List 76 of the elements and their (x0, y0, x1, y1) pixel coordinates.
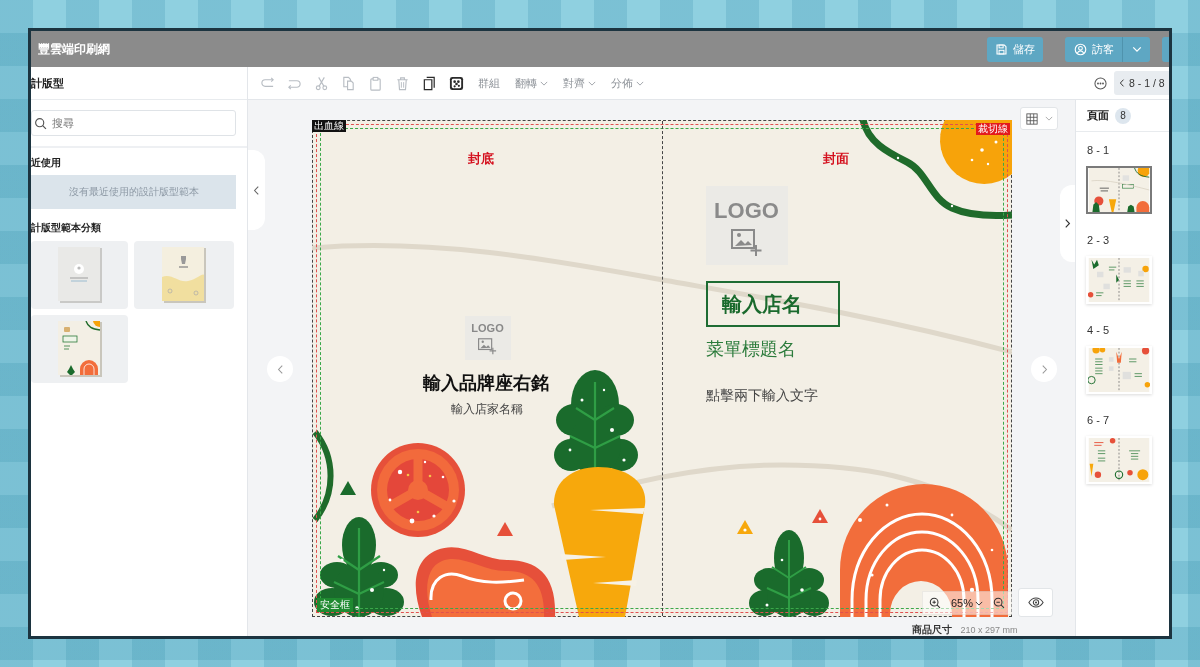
product-size-value: 210 x 297 mm (960, 625, 1018, 635)
page-thumbnail[interactable] (1086, 166, 1152, 214)
template-card[interactable] (134, 241, 234, 309)
search-field[interactable]: 搜尋 (31, 110, 236, 136)
triangle-icon (339, 481, 356, 495)
header-button[interactable] (1162, 36, 1169, 62)
triangle-icon (811, 509, 828, 523)
page-thumbnail[interactable] (1086, 256, 1152, 304)
page-label: 6 - 7 (1086, 413, 1109, 428)
page-thumbnail[interactable] (1086, 346, 1152, 394)
cover-heading: 封面 (821, 151, 850, 167)
template-preview-drawing (162, 247, 206, 303)
chevron-left-icon (276, 363, 284, 375)
product-size-label: 商品尺寸 (912, 624, 952, 635)
panel-title: 計版型 (31, 75, 64, 91)
page-label: 2 - 3 (1086, 233, 1109, 248)
collapse-panel-handle[interactable] (248, 150, 265, 230)
empty-state-message: 沒有最近使用的設計版型範本 (31, 175, 236, 209)
logo-text: LOGO (714, 199, 779, 223)
logo-text: LOGO (471, 322, 504, 335)
zoom-out-icon[interactable] (993, 597, 1005, 609)
panel-title: 頁面 (1087, 108, 1109, 123)
body-text[interactable]: 點擊兩下輸入文字 (705, 385, 818, 405)
page-thumbnail[interactable] (1086, 436, 1152, 484)
caret-icon (636, 80, 644, 86)
page-label: 4 - 5 (1086, 323, 1109, 338)
store-name-text[interactable]: 輸入店家名稱 (446, 401, 527, 417)
previous-page-button[interactable] (267, 356, 293, 382)
template-card[interactable] (31, 315, 128, 383)
cover-heading: 封底 (466, 151, 495, 167)
image-add-icon (730, 229, 763, 257)
trim-tag: 裁切線 (975, 123, 1010, 135)
shop-name-text[interactable]: 輸入店名 (705, 281, 840, 327)
triangle-icon (496, 522, 513, 536)
preview-button[interactable] (1018, 588, 1053, 617)
expand-panel-handle[interactable] (1060, 185, 1075, 262)
chevron-left-icon (253, 184, 260, 196)
logo-placeholder[interactable]: LOGO (705, 186, 788, 265)
user-button[interactable]: 訪客 (1065, 36, 1122, 62)
caret-icon (540, 80, 548, 86)
more-icon[interactable] (1094, 76, 1107, 90)
logo-placeholder[interactable]: LOGO (464, 316, 511, 360)
save-button[interactable]: 儲存 (987, 36, 1043, 62)
section-heading: 近使用 (31, 156, 62, 170)
chevron-left-icon[interactable] (1119, 78, 1125, 88)
chevron-right-icon (1064, 218, 1071, 229)
triangle-icon (736, 520, 753, 534)
grid-dropdown[interactable] (1020, 107, 1058, 130)
eye-icon (1027, 597, 1044, 608)
zoom-in-icon[interactable] (929, 597, 941, 609)
page-count-badge: 8 (1115, 107, 1131, 124)
motto-text[interactable]: 輸入品牌座右銘 (421, 372, 550, 394)
image-add-icon (478, 338, 497, 355)
template-preview-drawing (57, 247, 102, 303)
safe-tag: 安全框 (316, 598, 353, 612)
caret-icon (588, 80, 596, 86)
caret-icon (975, 600, 983, 606)
site-title: 豐雲端印刷網 (37, 41, 111, 57)
template-preview-drawing (57, 321, 102, 377)
page-label: 8 - 1 (1086, 143, 1109, 158)
next-page-button[interactable] (1031, 356, 1057, 382)
template-card[interactable] (31, 241, 128, 309)
caret-icon (1044, 116, 1053, 121)
zoom-level-dropdown[interactable]: 65% (951, 597, 983, 609)
dropdown-button[interactable] (1122, 36, 1150, 62)
page-indicator: 8 - 1 / 8 (1129, 77, 1165, 89)
caret-icon (1131, 45, 1142, 53)
pattern-icon[interactable] (448, 75, 464, 91)
user-icon (1073, 42, 1087, 56)
grid-icon (1025, 112, 1038, 125)
bleed-tag: 出血線 (311, 120, 346, 132)
section-heading: 計版型範本分類 (31, 221, 102, 235)
duplicate-icon[interactable] (421, 75, 437, 91)
search-icon (34, 116, 47, 130)
chevron-right-icon (1040, 363, 1048, 375)
menu-title-text[interactable]: 菜單標題名 (705, 337, 796, 361)
